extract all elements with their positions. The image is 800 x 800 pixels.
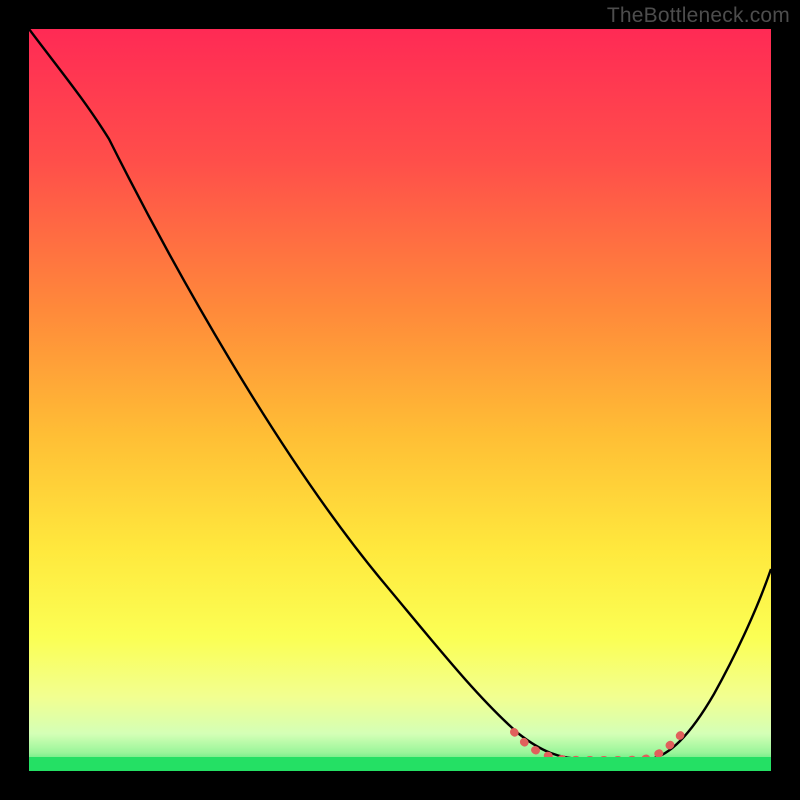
plot-area <box>29 29 771 771</box>
green-baseline-band <box>29 757 771 771</box>
gradient-background <box>29 29 771 771</box>
chart-svg <box>29 29 771 771</box>
watermark-text: TheBottleneck.com <box>607 4 790 28</box>
chart-container: TheBottleneck.com <box>0 0 800 800</box>
